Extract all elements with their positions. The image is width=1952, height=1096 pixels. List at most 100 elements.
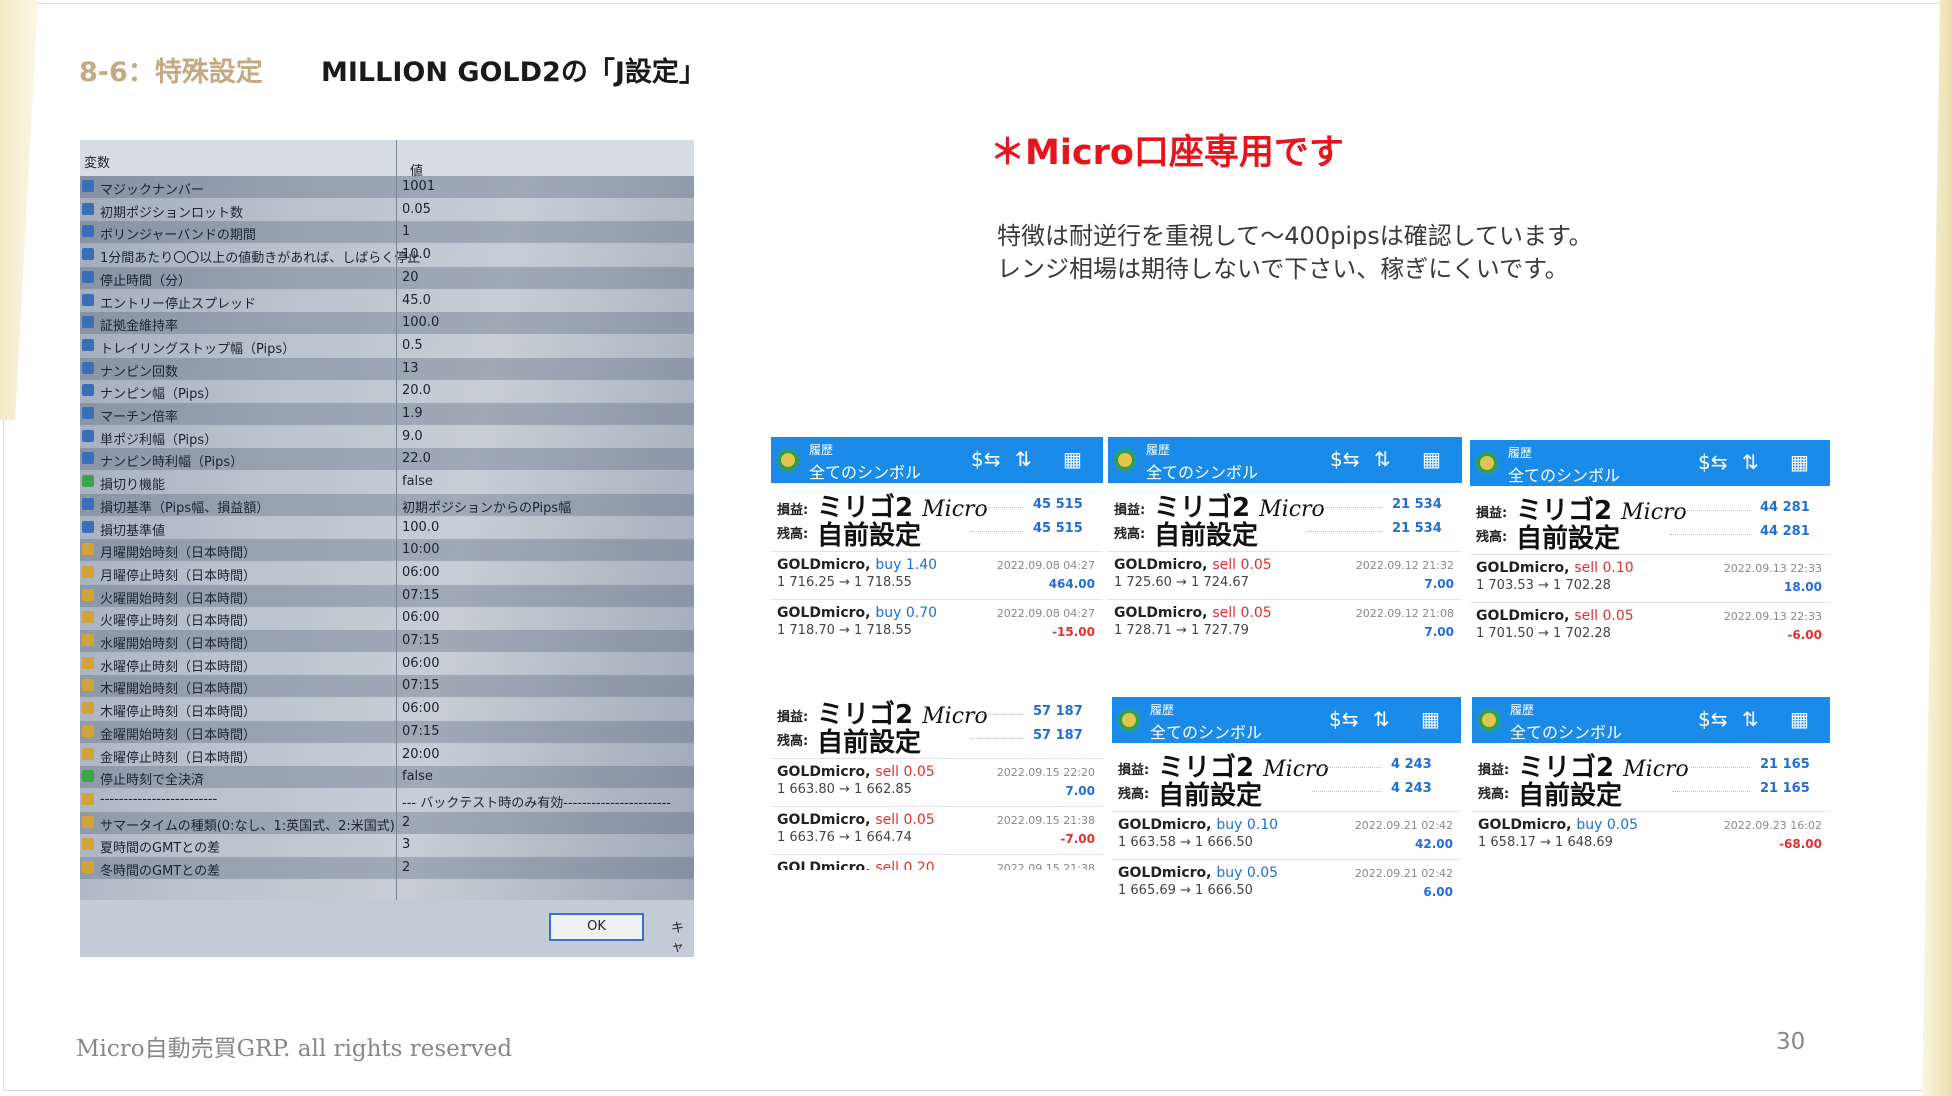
currency-filter-icon[interactable]: $⇆	[971, 447, 1000, 471]
balance-label: 残高:	[1118, 787, 1150, 802]
param-value[interactable]: 100.0	[402, 315, 439, 330]
param-row[interactable]: ナンピン時利幅（Pips） 22.0	[80, 448, 694, 471]
currency-filter-icon[interactable]: $⇆	[1329, 707, 1358, 731]
param-row[interactable]: 単ポジ利幅（Pips） 9.0	[80, 426, 694, 448]
param-row[interactable]: 月曜停止時刻（日本時間） 06:00	[80, 562, 694, 584]
balance-label: 残高:	[1476, 530, 1508, 545]
calendar-icon[interactable]: ▦	[1790, 450, 1809, 474]
param-row[interactable]: 夏時間のGMTとの差 3	[80, 834, 694, 856]
param-value[interactable]: 22.0	[402, 451, 431, 466]
param-row[interactable]: トレイリングストップ幅（Pips） 0.5	[80, 335, 694, 357]
trade-symbol: GOLDmicro, buy 0.10	[1118, 817, 1278, 833]
param-value[interactable]: 2	[402, 860, 410, 875]
profit-value: 45 515	[1033, 497, 1083, 512]
param-row[interactable]: 木曜停止時刻（日本時間） 06:00	[80, 698, 694, 720]
param-value[interactable]: 2	[402, 815, 410, 830]
param-value[interactable]: 0.5	[402, 338, 423, 353]
sort-icon[interactable]: ⇅	[1742, 707, 1759, 731]
param-row[interactable]: ナンピン回数 13	[80, 357, 694, 380]
param-row[interactable]: 金曜停止時刻（日本時間） 20:00	[80, 744, 694, 766]
symbol-filter[interactable]: 全てのシンボル	[1508, 462, 1620, 486]
param-row[interactable]: ボリンジャーバンドの期間 1	[80, 221, 694, 244]
param-value[interactable]: 20.0	[402, 383, 431, 398]
symbol-filter[interactable]: 全てのシンボル	[1510, 719, 1622, 743]
param-row[interactable]: マーチン倍率 1.9	[80, 403, 694, 425]
profit-label: 損益:	[1118, 763, 1150, 778]
param-row[interactable]: 停止時刻で全決済 false	[80, 766, 694, 789]
sort-icon[interactable]: ⇅	[1015, 447, 1032, 471]
param-value[interactable]: 07:15	[402, 633, 439, 648]
symbol-filter[interactable]: 全てのシンボル	[809, 459, 921, 483]
param-value[interactable]: 0.05	[402, 202, 431, 217]
param-value[interactable]: --- バックテスト時のみ有効-----------------------	[402, 792, 671, 811]
param-value[interactable]: 45.0	[402, 293, 431, 308]
param-row[interactable]: ナンピン幅（Pips） 20.0	[80, 380, 694, 402]
param-row[interactable]: 金曜開始時刻（日本時間） 07:15	[80, 720, 694, 743]
currency-filter-icon[interactable]: $⇆	[1698, 450, 1727, 474]
cancel-button[interactable]: キャ	[671, 917, 694, 955]
history-header: 履歴 全てのシンボル $⇆ ⇅ ▦	[1470, 440, 1830, 486]
param-value[interactable]: 1001	[402, 179, 435, 194]
param-value[interactable]: 10.0	[402, 247, 431, 262]
param-row[interactable]: ------------------------- --- バックテスト時のみ有効…	[80, 789, 694, 811]
symbol-filter[interactable]: 全てのシンボル	[1150, 719, 1262, 743]
currency-filter-icon[interactable]: $⇆	[1330, 447, 1359, 471]
param-value[interactable]: 20:00	[402, 747, 439, 762]
param-row[interactable]: サマータイムの種類(0:なし、1:英国式、2:米国式) 2	[80, 811, 694, 834]
param-value[interactable]: 06:00	[402, 701, 439, 716]
trade-profit: -68.00	[1779, 837, 1822, 851]
brand-script: Micro	[922, 497, 988, 522]
param-value[interactable]: 1	[402, 224, 410, 239]
calendar-icon[interactable]: ▦	[1422, 447, 1441, 471]
param-row[interactable]: 水曜停止時刻（日本時間） 06:00	[80, 653, 694, 675]
param-value[interactable]: 06:00	[402, 656, 439, 671]
param-row[interactable]: 冬時間のGMTとの差 2	[80, 857, 694, 879]
param-name: マーチン倍率	[100, 410, 179, 425]
param-row[interactable]: マジックナンバー 1001	[80, 176, 694, 198]
param-value[interactable]: 07:15	[402, 588, 439, 603]
number-type-icon	[82, 225, 94, 238]
ok-button[interactable]: OK	[549, 913, 644, 941]
text-type-icon	[82, 702, 94, 715]
param-value[interactable]: 100.0	[402, 520, 439, 535]
calendar-icon[interactable]: ▦	[1790, 707, 1809, 731]
param-value[interactable]: 3	[402, 837, 410, 852]
param-row[interactable]: 月曜開始時刻（日本時間） 10:00	[80, 539, 694, 562]
trade-price: 1 701.50 → 1 702.28	[1476, 626, 1611, 641]
currency-filter-icon[interactable]: $⇆	[1698, 707, 1727, 731]
param-value[interactable]: 20	[402, 270, 419, 285]
trade-side: buy 1.40	[875, 557, 938, 573]
sort-icon[interactable]: ⇅	[1373, 707, 1390, 731]
sort-icon[interactable]: ⇅	[1374, 447, 1391, 471]
number-type-icon	[82, 429, 94, 442]
param-row[interactable]: 証拠金維持率 100.0	[80, 312, 694, 335]
calendar-icon[interactable]: ▦	[1063, 447, 1082, 471]
symbol-filter[interactable]: 全てのシンボル	[1146, 459, 1258, 483]
param-row[interactable]: 停止時間（分） 20	[80, 266, 694, 289]
param-value[interactable]: 9.0	[402, 429, 423, 444]
param-row[interactable]: 損切り機能 false	[80, 471, 694, 493]
param-row[interactable]: 火曜停止時刻（日本時間） 06:00	[80, 607, 694, 629]
param-row[interactable]: 損切基準値 100.0	[80, 517, 694, 539]
param-value[interactable]: 06:00	[402, 610, 439, 625]
param-value[interactable]: 07:15	[402, 678, 439, 693]
param-value[interactable]: 07:15	[402, 724, 439, 739]
param-name: サマータイムの種類(0:なし、1:英国式、2:米国式)	[100, 818, 395, 834]
param-value[interactable]: 1.9	[402, 406, 423, 421]
param-value[interactable]: 初期ポジションからのPips幅	[402, 497, 571, 516]
param-row[interactable]: 水曜開始時刻（日本時間） 07:15	[80, 630, 694, 652]
param-row[interactable]: 火曜開始時刻（日本時間） 07:15	[80, 584, 694, 607]
param-row[interactable]: 初期ポジションロット数 0.05	[80, 199, 694, 221]
param-value[interactable]: false	[402, 474, 433, 489]
param-row[interactable]: エントリー停止スプレッド 45.0	[80, 290, 694, 312]
param-row[interactable]: 1分間あたり〇〇以上の値動きがあれば、しばらく停止 10.0	[80, 244, 694, 266]
calendar-icon[interactable]: ▦	[1421, 707, 1440, 731]
sort-icon[interactable]: ⇅	[1742, 450, 1759, 474]
param-value[interactable]: 10:00	[402, 542, 439, 557]
param-value[interactable]: 13	[402, 361, 419, 376]
param-row[interactable]: 木曜開始時刻（日本時間） 07:15	[80, 675, 694, 698]
param-value[interactable]: 06:00	[402, 565, 439, 580]
param-value[interactable]: false	[402, 769, 433, 784]
param-row[interactable]: 損切基準（Pips幅、損益額） 初期ポジションからのPips幅	[80, 493, 694, 516]
dotted-leader	[1312, 767, 1381, 768]
